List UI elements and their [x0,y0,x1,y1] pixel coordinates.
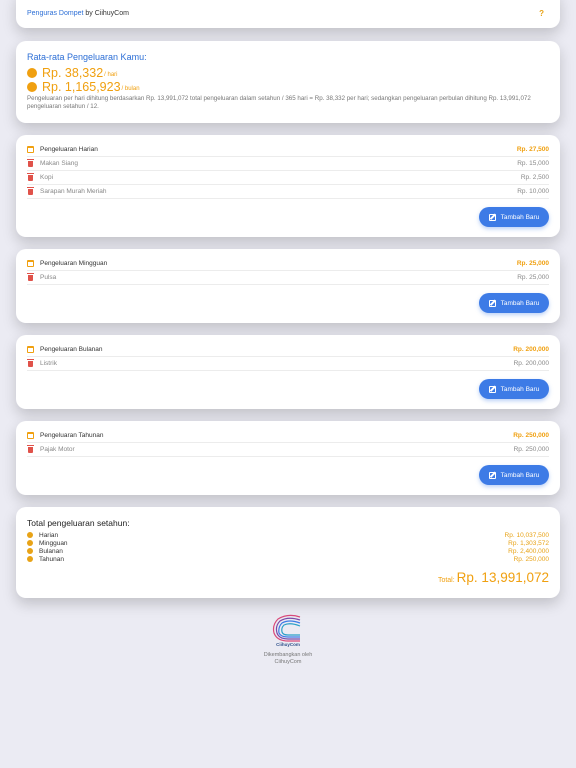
list-item[interactable]: Kopi Rp. 2,500 [27,172,549,181]
add-new-button[interactable]: Tambah Baru [479,465,549,485]
section-title: Pengeluaran Bulanan [40,346,103,353]
item-amount: Rp. 10,000 [517,188,549,195]
trash-icon[interactable] [27,272,34,281]
item-name: Pulsa [40,274,57,281]
add-new-label: Tambah Baru [500,299,540,307]
section-mingguan: Pengeluaran Mingguan Rp. 25,000 Pulsa Rp… [16,249,560,323]
average-title: Rata-rata Pengeluaran Kamu: [27,52,147,62]
trash-icon[interactable] [27,158,34,167]
list-item[interactable]: Makan Siang Rp. 15,000 [27,158,549,167]
item-amount: Rp. 25,000 [517,274,549,281]
yearly-total-card: Total pengeluaran setahun: Harian Rp. 10… [16,507,560,598]
section-bulanan: Pengeluaran Bulanan Rp. 200,000 Listrik … [16,335,560,409]
average-monthly: Rp. 1,165,923 / bulan [27,80,140,94]
item-name: Makan Siang [40,160,78,167]
app-header: Penguras Dompet by CiihuyCom ? [16,0,560,28]
dot-icon [27,540,33,546]
edit-icon [488,213,496,221]
calendar-icon [27,432,34,439]
item-name: Pajak Motor [40,446,75,453]
total-line: Tahunan Rp. 250,000 [27,555,549,563]
section-header: Pengeluaran Bulanan Rp. 200,000 [27,346,549,353]
total-line-amount: Rp. 10,037,500 [504,531,549,539]
list-item[interactable]: Listrik Rp. 200,000 [27,358,549,367]
grand-total-value: Rp. 13,991,072 [456,570,549,585]
item-name: Listrik [40,360,57,367]
calendar-icon [27,346,34,353]
app-title: Penguras Dompet by CiihuyCom [27,10,129,17]
section-total: Rp. 200,000 [513,346,549,353]
total-line-amount: Rp. 250,000 [513,555,549,563]
section-header: Pengeluaran Mingguan Rp. 25,000 [27,260,549,267]
calendar-icon [27,260,34,267]
total-line: Mingguan Rp. 1,303,572 [27,539,549,547]
section-header: Pengeluaran Harian Rp. 27,500 [27,146,549,153]
section-total: Rp. 27,500 [516,146,549,153]
total-line-amount: Rp. 1,303,572 [508,539,549,547]
dot-icon [27,82,37,92]
add-new-label: Tambah Baru [500,471,540,479]
average-daily: Rp. 38,332 / hari [27,66,118,80]
total-line-label: Harian [39,531,59,539]
add-new-button[interactable]: Tambah Baru [479,379,549,399]
trash-icon[interactable] [27,358,34,367]
app-by-text: by CiihuyCom [85,10,129,17]
dot-icon [27,548,33,554]
trash-icon[interactable] [27,444,34,453]
help-button[interactable]: ? [539,9,544,18]
app-name-link[interactable]: Penguras Dompet [27,10,83,17]
average-monthly-unit: / bulan [121,85,140,92]
section-harian: Pengeluaran Harian Rp. 27,500 Makan Sian… [16,135,560,237]
add-new-label: Tambah Baru [500,385,540,393]
dot-icon [27,68,37,78]
trash-icon[interactable] [27,186,34,195]
item-amount: Rp. 2,500 [520,174,549,181]
logo-text: CiihuyCom [276,642,300,647]
section-title: Pengeluaran Harian [40,146,98,153]
section-total: Rp. 25,000 [516,260,549,267]
average-description: Pengeluaran per hari dihitung berdasarka… [27,95,531,110]
footer-line2: CiihuyCom [274,659,302,665]
edit-icon [488,299,496,307]
item-amount: Rp. 200,000 [513,360,549,367]
average-monthly-value: Rp. 1,165,923 [42,80,121,94]
section-header: Pengeluaran Tahunan Rp. 250,000 [27,432,549,439]
edit-icon [488,471,496,479]
item-name: Sarapan Murah Meriah [40,188,107,195]
list-item[interactable]: Pajak Motor Rp. 250,000 [27,444,549,453]
calendar-icon [27,146,34,153]
total-line: Harian Rp. 10,037,500 [27,531,549,539]
section-title: Pengeluaran Mingguan [40,260,108,267]
grand-total: Total: Rp. 13,991,072 [438,570,549,585]
add-new-label: Tambah Baru [500,213,540,221]
footer-line1: Dikembangkan oleh [263,652,313,658]
average-card: Rata-rata Pengeluaran Kamu: Rp. 38,332 /… [16,41,560,123]
list-item[interactable]: Pulsa Rp. 25,000 [27,272,549,281]
dot-icon [27,556,33,562]
total-line: Bulanan Rp. 2,400,000 [27,547,549,555]
add-new-button[interactable]: Tambah Baru [479,293,549,313]
ciihuycom-logo: CiihuyCom [272,614,301,647]
item-amount: Rp. 250,000 [513,446,549,453]
total-line-amount: Rp. 2,400,000 [508,547,549,555]
grand-total-label: Total: [437,577,455,584]
average-daily-value: Rp. 38,332 [42,66,104,80]
item-name: Kopi [40,174,54,181]
yearly-total-title: Total pengeluaran setahun: [27,518,130,528]
trash-icon[interactable] [27,172,34,181]
section-title: Pengeluaran Tahunan [40,432,104,439]
edit-icon [488,385,496,393]
list-item[interactable]: Sarapan Murah Meriah Rp. 10,000 [27,186,549,195]
total-line-label: Mingguan [39,539,68,547]
dot-icon [27,532,33,538]
section-tahunan: Pengeluaran Tahunan Rp. 250,000 Pajak Mo… [16,421,560,495]
add-new-button[interactable]: Tambah Baru [479,207,549,227]
item-amount: Rp. 15,000 [517,160,549,167]
average-daily-unit: / hari [104,71,118,78]
total-line-label: Tahunan [39,555,64,563]
section-total: Rp. 250,000 [513,432,549,439]
total-line-label: Bulanan [39,547,63,555]
